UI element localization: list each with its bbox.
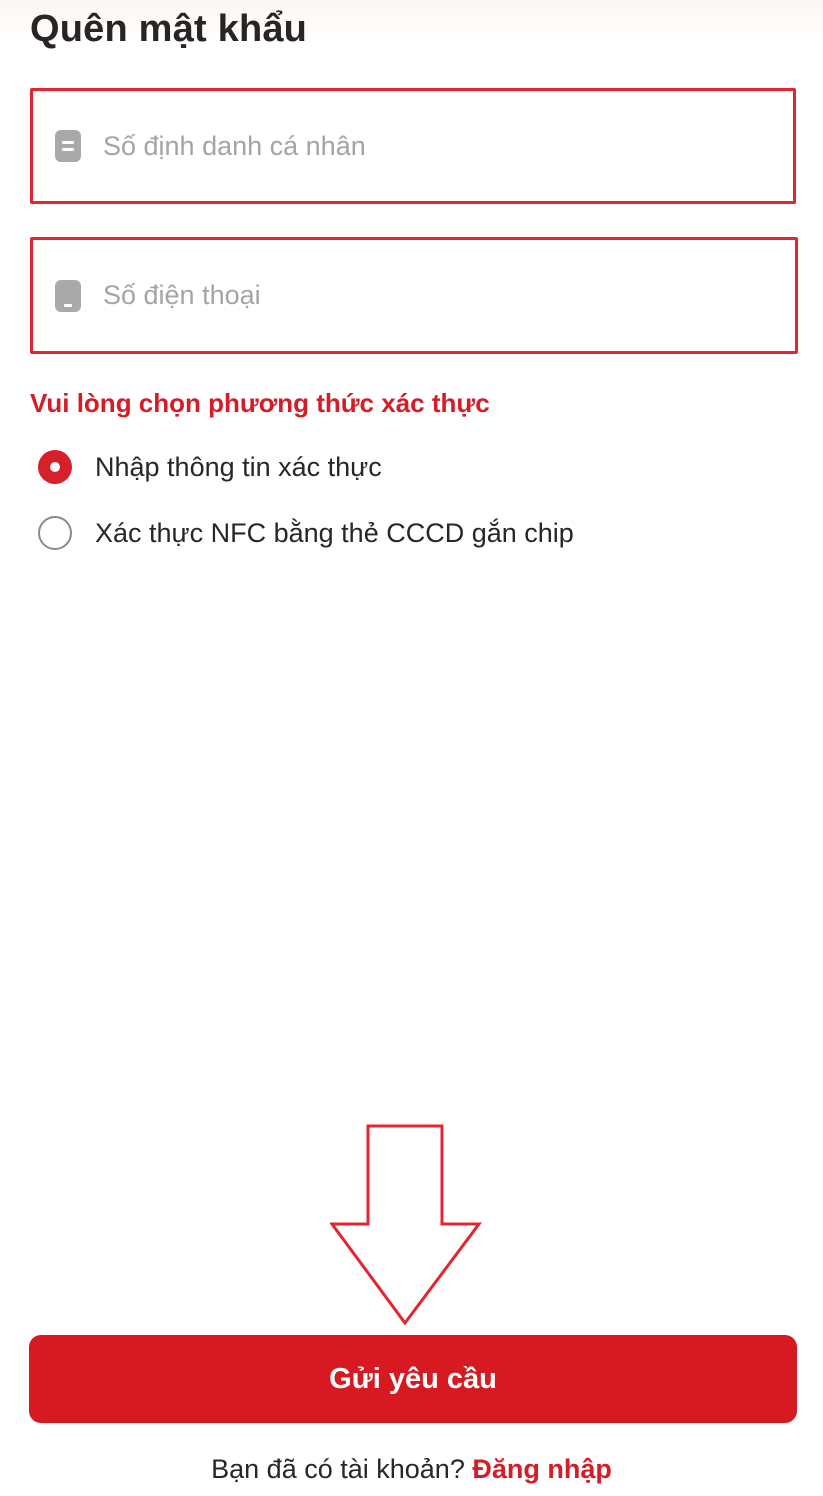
phone-number-field[interactable]: [30, 237, 798, 354]
radio-unchecked-icon[interactable]: [38, 516, 72, 550]
radio-option-label: Xác thực NFC bằng thẻ CCCD gắn chip: [95, 517, 574, 548]
down-arrow-annotation-icon: [330, 1124, 482, 1326]
id-card-icon: [55, 130, 81, 162]
id-number-input[interactable]: [103, 126, 793, 166]
radio-option-manual[interactable]: Nhập thông tin xác thực: [38, 450, 382, 484]
login-link[interactable]: Đăng nhập: [472, 1454, 612, 1484]
login-prompt-text: Bạn đã có tài khoản?: [211, 1454, 465, 1484]
submit-request-button[interactable]: Gửi yêu cầu: [29, 1335, 797, 1423]
login-prompt: Bạn đã có tài khoản? Đăng nhập: [0, 1454, 823, 1485]
phone-icon: [55, 279, 81, 312]
id-number-field[interactable]: [30, 88, 796, 204]
page-title: Quên mật khẩu: [30, 8, 308, 50]
phone-number-input[interactable]: [103, 275, 795, 316]
radio-checked-icon[interactable]: [38, 450, 72, 484]
radio-option-label: Nhập thông tin xác thực: [95, 451, 382, 482]
radio-option-nfc[interactable]: Xác thực NFC bằng thẻ CCCD gắn chip: [38, 516, 574, 550]
verification-method-label: Vui lòng chọn phương thức xác thực: [30, 388, 490, 418]
